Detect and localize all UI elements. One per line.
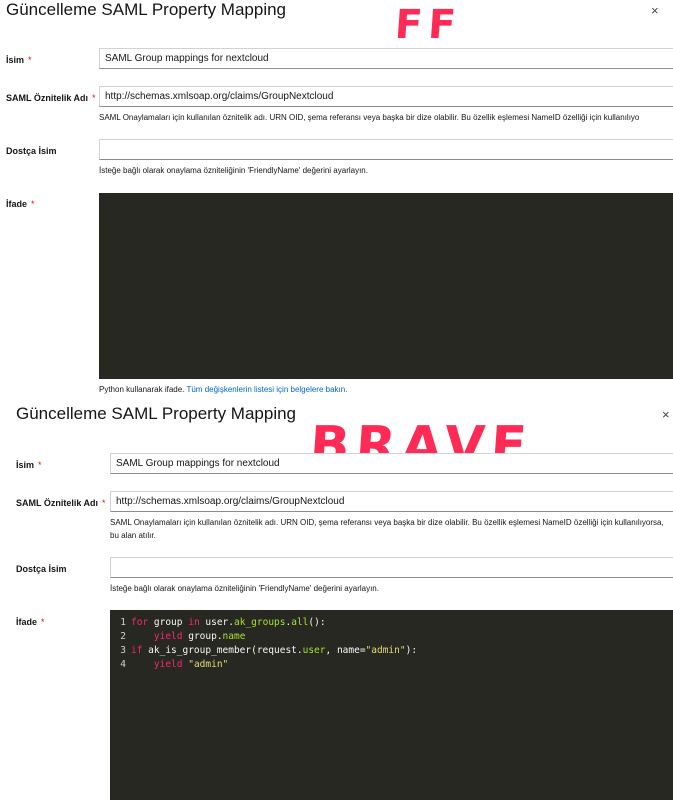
expression-help: Python kullanarak ifade. Tüm değişkenler…	[99, 385, 348, 394]
docs-link[interactable]: Tüm değişkenlerin listesi için belgelere…	[186, 385, 347, 394]
friendly-name-help: İsteğe bağlı olarak onaylama özniteliğin…	[99, 166, 368, 175]
modal-title: Güncelleme SAML Property Mapping	[16, 404, 297, 423]
annotation-ff: FF	[393, 2, 464, 48]
line-number: 1	[120, 617, 126, 628]
name-input[interactable]: SAML Group mappings for nextcloud	[110, 453, 673, 474]
friendly-name-label: Dostça İsim	[16, 564, 67, 574]
friendly-name-help: İsteğe bağlı olarak onaylama özniteliğin…	[110, 584, 379, 593]
required-mark: *	[38, 460, 42, 470]
expression-editor[interactable]	[99, 193, 673, 379]
required-mark: *	[102, 498, 106, 508]
saml-attribute-label: SAML Öznitelik Adı *	[16, 498, 106, 508]
name-label: İsim *	[16, 460, 42, 470]
expression-label: İfade *	[6, 199, 35, 209]
modal-title: Güncelleme SAML Property Mapping	[6, 0, 287, 19]
saml-attribute-help: SAML Onaylamaları için kullanılan öznite…	[110, 518, 664, 540]
code-line: 2 yield group.name	[110, 630, 417, 644]
line-number: 3	[120, 645, 126, 656]
close-icon[interactable]: ×	[651, 4, 659, 17]
code-line: 4 yield "admin"	[110, 658, 417, 672]
friendly-name-label: Dostça İsim	[6, 146, 57, 156]
name-input[interactable]: SAML Group mappings for nextcloud	[99, 48, 673, 69]
friendly-name-input[interactable]	[99, 139, 673, 160]
expression-label: İfade *	[16, 617, 45, 627]
required-mark: *	[31, 199, 35, 209]
ff-modal: Güncelleme SAML Property Mapping × FF İs…	[0, 0, 673, 400]
brave-modal: Güncelleme SAML Property Mapping × BRAVE…	[0, 400, 673, 800]
line-number: 4	[120, 659, 126, 670]
code-line: 1 for group in user.ak_groups.all():	[110, 616, 417, 630]
saml-attribute-input[interactable]: http://schemas.xmlsoap.org/claims/GroupN…	[110, 491, 673, 512]
saml-attribute-label: SAML Öznitelik Adı *	[6, 93, 96, 103]
required-mark: *	[92, 93, 96, 103]
line-number: 2	[120, 631, 126, 642]
close-icon[interactable]: ×	[662, 408, 670, 421]
required-mark: *	[28, 55, 32, 65]
code-lines: 1 for group in user.ak_groups.all(): 2 yi…	[110, 616, 417, 672]
saml-attribute-input[interactable]: http://schemas.xmlsoap.org/claims/GroupN…	[99, 86, 673, 107]
expression-editor[interactable]: 1 for group in user.ak_groups.all(): 2 yi…	[110, 610, 673, 800]
required-mark: *	[41, 617, 45, 627]
name-label: İsim *	[6, 55, 32, 65]
saml-attribute-help: SAML Onaylamaları için kullanılan öznite…	[99, 113, 640, 122]
code-line: 3 if ak_is_group_member(request.user, nam…	[110, 644, 417, 658]
friendly-name-input[interactable]	[110, 557, 673, 578]
